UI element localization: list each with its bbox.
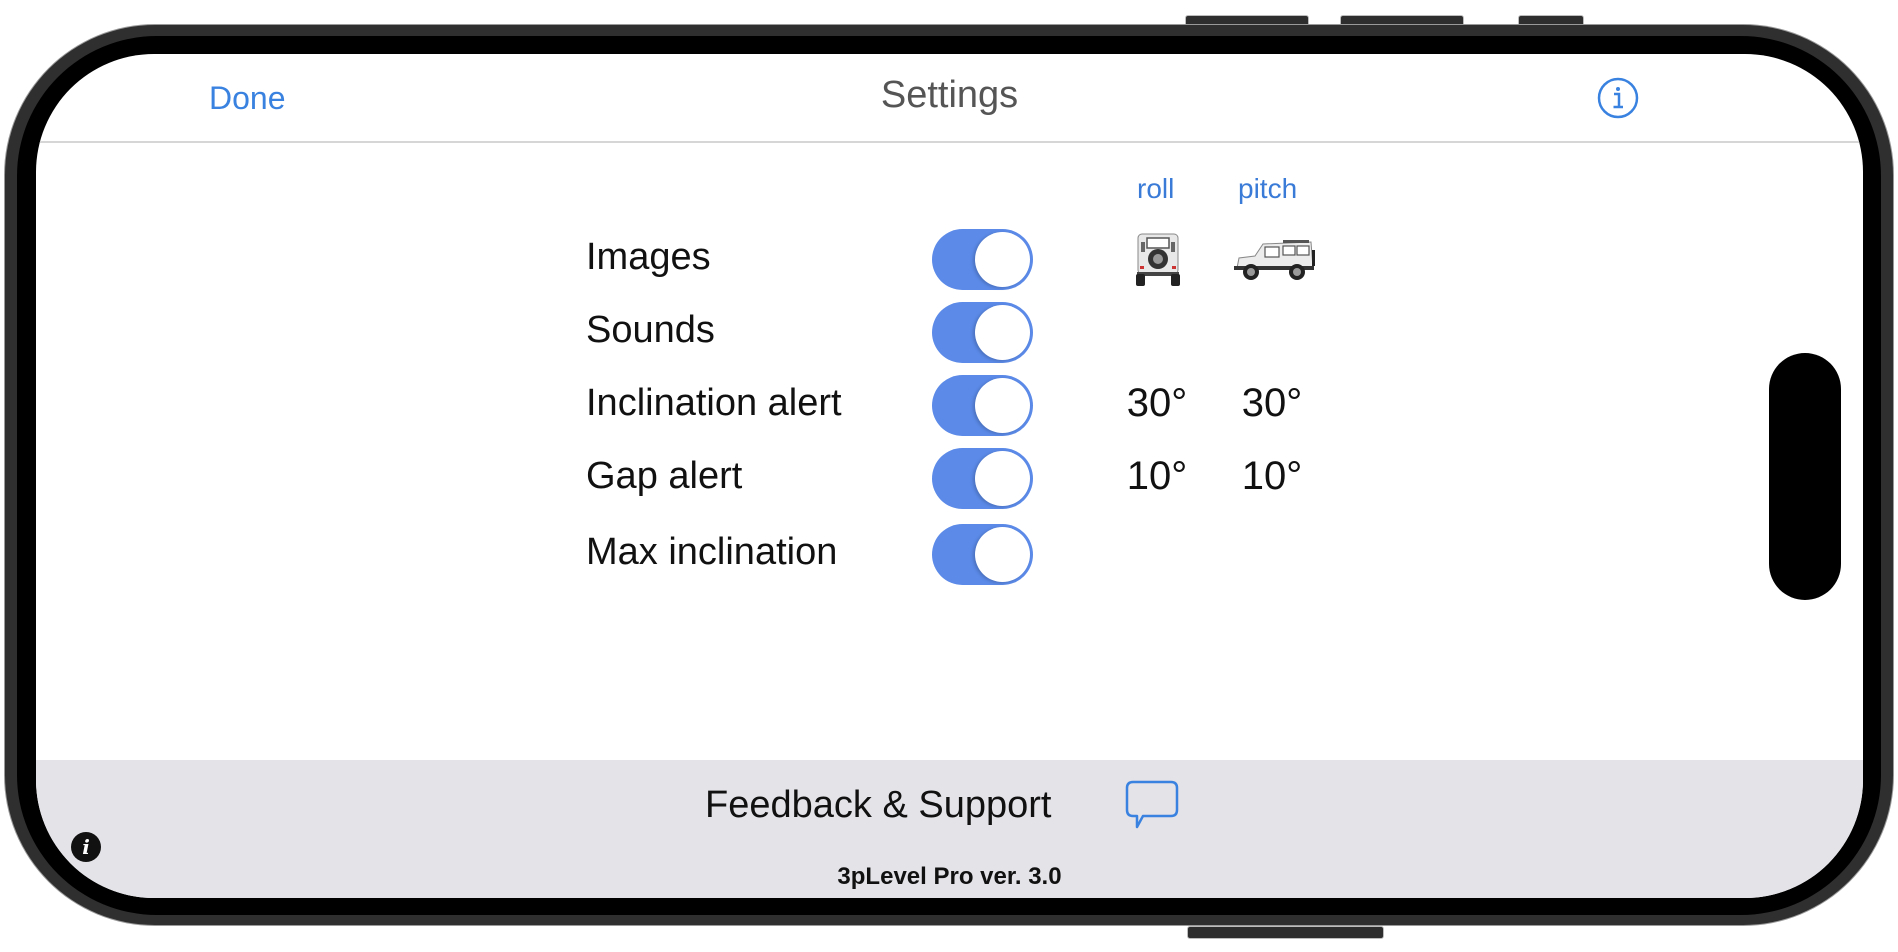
app-screen: Done Settings roll pitch Images Sounds I… — [36, 54, 1863, 898]
setting-label-max-inclination: Max inclination — [586, 531, 838, 573]
page-title: Settings — [880, 74, 1019, 116]
inclination-alert-pitch-value[interactable]: 30° — [1227, 381, 1317, 426]
power-button — [1187, 926, 1384, 939]
info-circle-icon[interactable] — [1597, 77, 1639, 119]
toggle-knob — [975, 232, 1030, 287]
setting-label-images: Images — [586, 236, 711, 278]
toggle-knob — [975, 378, 1030, 433]
setting-label-sounds: Sounds — [586, 309, 715, 351]
gap-alert-toggle[interactable] — [932, 448, 1033, 509]
done-button[interactable]: Done — [209, 80, 286, 117]
inclination-alert-toggle[interactable] — [932, 375, 1033, 436]
footer-bar: Feedback & Support 3pLevel Pro ver. 3.0 … — [36, 760, 1863, 898]
feedback-support-link[interactable]: Feedback & Support — [705, 784, 1051, 827]
roll-column-header: roll — [1137, 173, 1175, 204]
chat-bubble-icon[interactable] — [1125, 780, 1179, 830]
info-icon[interactable]: i — [71, 832, 101, 862]
car-side-view-icon — [1233, 238, 1315, 287]
gap-alert-pitch-value[interactable]: 10° — [1227, 454, 1317, 499]
gap-alert-roll-value[interactable]: 10° — [1112, 454, 1202, 499]
max-inclination-toggle[interactable] — [932, 524, 1033, 585]
toggle-knob — [975, 305, 1030, 360]
images-toggle[interactable] — [932, 229, 1033, 290]
setting-label-inclination-alert: Inclination alert — [586, 382, 842, 424]
app-version: 3pLevel Pro ver. 3.0 — [837, 863, 1062, 890]
toggle-knob — [975, 527, 1030, 582]
car-rear-view-icon — [1133, 232, 1183, 291]
dynamic-island — [1769, 353, 1841, 600]
inclination-alert-roll-value[interactable]: 30° — [1112, 381, 1202, 426]
setting-label-gap-alert: Gap alert — [586, 455, 743, 497]
toggle-knob — [975, 451, 1030, 506]
page-title-wrap: Settings — [36, 74, 1863, 117]
sounds-toggle[interactable] — [932, 302, 1033, 363]
pitch-column-header: pitch — [1238, 173, 1298, 204]
navigation-bar: Done Settings — [36, 54, 1863, 143]
